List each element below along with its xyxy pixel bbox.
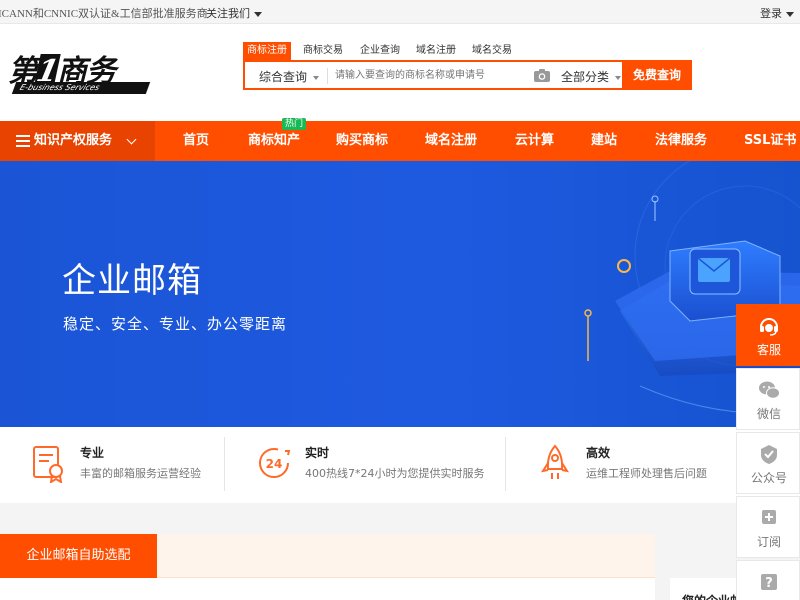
divider [505,437,506,491]
float-label: 微信 [756,407,781,421]
nav-item-buy-trademark[interactable]: 购买商标 [336,121,388,161]
question-icon: ? [761,574,777,591]
clock-24-icon: 24 [259,448,291,478]
svg-text:?: ? [765,576,773,591]
caret-down-icon [786,11,794,17]
nav-item-ssl[interactable]: SSL证书 [744,121,796,161]
nav-item-website[interactable]: 建站 [591,121,617,161]
nav-item-home[interactable]: 首页 [183,121,209,161]
caret-down-icon [254,11,262,17]
follow-us-dropdown[interactable]: 关注我们 [206,5,262,21]
follow-us-label: 关注我们 [206,7,250,20]
features-strip: 专业 丰富的邮箱服务运营经验 24 实时 400热线7*24小时为您提供实时服务… [0,427,800,503]
rocket-icon [540,444,570,479]
float-subscribe[interactable]: 订阅 [736,496,800,558]
feature-title: 实时 [305,446,330,460]
top-bar: ICANN和CNNIC双认证&工信部批准服务商 关注我们 登录 [0,0,800,24]
search-scope-select[interactable]: 综合查询 [259,68,320,85]
menu-icon [16,135,30,147]
feature-title: 高效 [586,446,611,460]
nav-item-cloud[interactable]: 云计算 [515,121,554,161]
shield-check-icon [761,445,777,464]
nav-item-legal[interactable]: 法律服务 [655,121,707,161]
plus-square-icon [762,510,776,524]
feature-desc: 丰富的邮箱服务运营经验 [80,467,201,480]
nav-item-domain-register[interactable]: 域名注册 [425,121,477,161]
feature-realtime: 24 实时 400热线7*24小时为您提供实时服务 [257,427,497,503]
all-categories-menu[interactable]: 知识产权服务 [0,121,155,161]
svg-text:24: 24 [266,457,283,471]
certificate-icon [33,446,63,483]
feature-desc: 运维工程师处理售后问题 [586,467,707,480]
hot-badge: 热门 [282,118,307,130]
feature-efficient: 高效 运维工程师处理售后问题 [538,427,728,503]
caret-down-icon [615,75,622,80]
feature-professional: 专业 丰富的邮箱服务运营经验 [32,427,222,503]
category-select[interactable]: 全部分类 [561,68,622,85]
feature-title: 专业 [80,446,105,460]
summary-title: 您的企业邮 [682,592,742,600]
feature-desc: 400热线7*24小时为您提供实时服务 [305,467,485,480]
tab-company-query[interactable]: 企业查询 [360,42,400,60]
float-wechat[interactable]: 微信 [736,368,800,430]
section-tab-self-config[interactable]: 企业邮箱自助选配 [0,534,157,578]
chevron-down-icon [126,134,137,145]
main-nav: 知识产权服务 首页 商标知产 购买商标 域名注册 云计算 建站 法律服务 SSL… [0,121,800,161]
hero-banner: 企业邮箱 稳定、安全、专业、办公零距离 [0,161,800,427]
wechat-icon [759,381,780,399]
customer-service-icon [760,318,778,336]
floating-sidebar: 客服 微信 公众号 订阅 ? 工单 [736,304,800,600]
float-label: 公众号 [750,471,787,485]
site-logo[interactable]: 第1商务 E-business Services [8,46,153,96]
logo-english: E-business Services [11,82,151,94]
login-label: 登录 [760,7,782,20]
all-categories-label: 知识产权服务 [34,133,113,148]
caret-down-icon [313,75,320,80]
float-official-account[interactable]: 公众号 [736,432,800,494]
free-search-button[interactable]: 免费查询 [622,60,692,90]
tab-trademark-register[interactable]: 商标注册 [243,42,291,60]
float-label: 客服 [756,343,781,357]
float-label: 订阅 [756,535,781,549]
search-box: 综合查询 全部分类 免费查询 [243,60,692,90]
camera-icon[interactable] [533,68,551,83]
search-input[interactable] [335,65,525,85]
banner-subtitle: 稳定、安全、专业、办公零距离 [63,315,288,333]
certification-text: ICANN和CNNIC双认证&工信部批准服务商 [0,8,208,20]
tab-domain-trade[interactable]: 域名交易 [472,42,512,60]
tab-trademark-trade[interactable]: 商标交易 [303,42,343,60]
divider [327,68,328,84]
divider [224,437,225,491]
login-link[interactable]: 登录 [760,5,794,21]
banner-title: 企业邮箱 [62,261,202,301]
float-ticket[interactable]: ? 工单 [736,560,800,600]
float-customer-service[interactable]: 客服 [736,304,800,366]
tab-domain-register[interactable]: 域名注册 [416,42,456,60]
